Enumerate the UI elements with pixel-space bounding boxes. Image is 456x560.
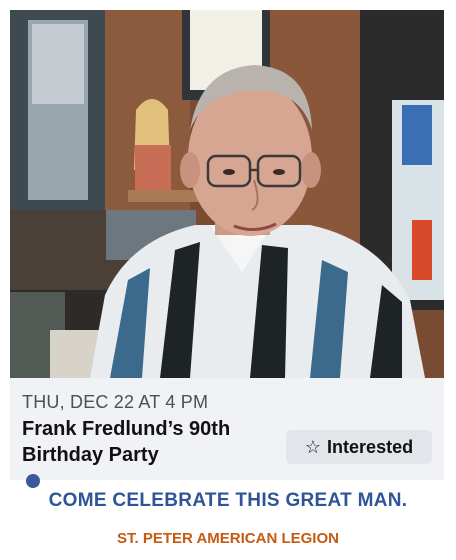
star-outline-icon: ☆ xyxy=(304,437,322,457)
avatar xyxy=(26,474,40,488)
event-title-line-1: Frank Fredlund’s 90th xyxy=(22,418,231,440)
event-cover-photo[interactable] xyxy=(10,10,444,378)
interested-button-label: Interested xyxy=(327,436,414,457)
event-title-line-2: Birthday Party xyxy=(22,444,159,466)
interested-button[interactable]: ☆ Interested xyxy=(286,430,432,464)
venue-name: ST. PETER AMERICAN LEGION xyxy=(117,530,339,547)
tagline: COME CELEBRATE THIS GREAT MAN. xyxy=(48,490,408,511)
event-date: THU, DEC 22 AT 4 PM xyxy=(22,392,209,412)
event-card[interactable]: THU, DEC 22 AT 4 PM Frank Fredlund’s 90t… xyxy=(10,378,444,488)
event-title[interactable]: Frank Fredlund’s 90th Birthday Party xyxy=(22,416,282,468)
